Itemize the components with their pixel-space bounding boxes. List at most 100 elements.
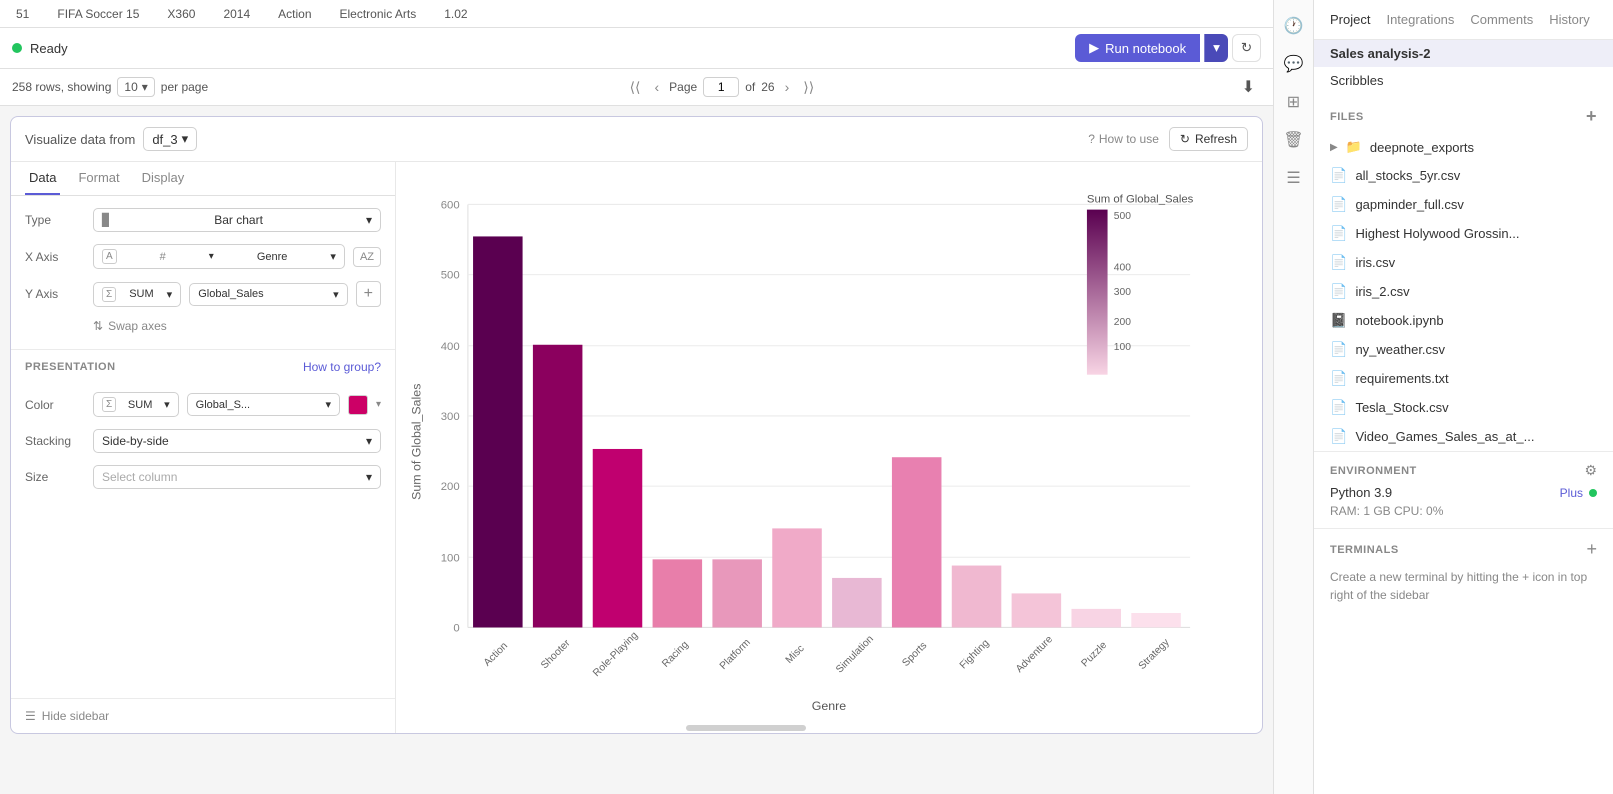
folder-icon: 📁 [1346,139,1362,155]
color-agg-select[interactable]: Σ SUM ▾ [93,392,179,417]
icon-sidebar: 🕐 💬 ⊞ 🗑 ☰ [1273,0,1313,794]
run-notebook-button[interactable]: ▶ Run notebook [1075,34,1200,62]
file-icon: 📄 [1330,167,1347,184]
tab-format[interactable]: Format [74,162,123,195]
refresh-icon-button[interactable]: ↻ [1232,34,1261,62]
first-page-button[interactable]: ⟨⟨ [626,77,645,98]
bar-action[interactable] [473,236,523,627]
x-axis-select[interactable]: A # ▾ Genre ▾ [93,244,345,269]
viz-header-right: ? How to use ↻ Refresh [1088,127,1248,151]
color-swatch[interactable] [348,395,368,415]
bar-sports[interactable] [892,457,942,627]
file-tesla-stock[interactable]: 📄 Tesla_Stock.csv [1314,393,1613,422]
gear-icon[interactable]: ⚙ [1584,462,1597,479]
env-python-row: Python 3.9 Plus [1330,485,1597,500]
hide-sidebar-button[interactable]: ☰ Hide sidebar [11,698,395,733]
clock-icon-button[interactable]: 🕐 [1280,10,1308,42]
viz-block: Visualize data from df_3 ▾ ? How to use … [10,116,1263,734]
play-icon: ▶ [1089,40,1099,56]
y-axis-agg-select[interactable]: Σ SUM ▾ [93,282,181,307]
bar-platform[interactable] [712,559,762,627]
tab-display[interactable]: Display [138,162,189,195]
svg-text:400: 400 [1114,262,1131,273]
svg-text:Adventure: Adventure [1014,634,1055,675]
run-notebook-dropdown-button[interactable]: ▾ [1204,34,1228,62]
size-select[interactable]: Select column ▾ [93,465,381,489]
right-tab-project[interactable]: Project [1330,12,1370,27]
scribbles-item[interactable]: Scribbles [1314,67,1613,94]
file-all-stocks[interactable]: 📄 all_stocks_5yr.csv [1314,161,1613,190]
svg-text:Misc: Misc [784,643,807,666]
download-button[interactable]: ⬇ [1236,75,1261,99]
rows-info: 258 rows, showing 10 ▾ per page [12,77,208,97]
stacking-select[interactable]: Side-by-side ▾ [93,429,381,453]
file-icon: 📄 [1330,341,1347,358]
bar-chart-icon: ▊ [102,213,111,227]
row-col-genre: Action [274,5,315,23]
swap-axes-button[interactable]: ⇅ Swap axes [25,319,381,333]
viz-header-left: Visualize data from df_3 ▾ [25,127,197,151]
chart-area: Sum of Global_Sales 0 [396,162,1262,733]
table-row-partial: 51 FIFA Soccer 15 X360 2014 Action Elect… [0,0,1273,28]
prev-page-button[interactable]: ‹ [651,77,664,97]
file-notebook[interactable]: 📓 notebook.ipynb [1314,306,1613,335]
trash-icon-button[interactable]: 🗑 [1279,124,1307,156]
right-tab-integrations[interactable]: Integrations [1386,12,1454,27]
add-terminal-button[interactable]: + [1586,539,1597,560]
table-icon-button[interactable]: ⊞ [1283,86,1304,118]
file-iris2[interactable]: 📄 iris_2.csv [1314,277,1613,306]
bar-misc[interactable] [772,528,822,627]
right-tab-history[interactable]: History [1549,12,1589,27]
bar-adventure[interactable] [1012,593,1062,627]
bar-chart-svg: Sum of Global_Sales 0 [406,172,1252,711]
svg-text:Platform: Platform [718,637,753,672]
folder-deepnote-exports[interactable]: ▶ 📁 deepnote_exports [1314,133,1613,161]
chat-icon-button[interactable]: 💬 [1280,48,1308,80]
file-icon: 📄 [1330,254,1347,271]
how-to-group-link[interactable]: How to group? [303,360,381,374]
refresh-button[interactable]: ↻ Refresh [1169,127,1248,151]
hash-icon: # [160,251,166,263]
stacking-row: Stacking Side-by-side ▾ [25,429,381,453]
status-dot [12,43,22,53]
page-input[interactable] [703,77,739,97]
row-col-sales: 1.02 [440,5,471,23]
file-video-games[interactable]: 📄 Video_Games_Sales_as_at_... [1314,422,1613,451]
add-file-button[interactable]: + [1586,106,1597,127]
terminals-hint: Create a new terminal by hitting the + i… [1330,568,1597,604]
file-requirements[interactable]: 📄 requirements.txt [1314,364,1613,393]
menu-icon-button[interactable]: ☰ [1282,162,1304,194]
active-notebook-item[interactable]: Sales analysis-2 [1314,40,1613,67]
svg-text:300: 300 [441,411,460,423]
bar-puzzle[interactable] [1071,609,1121,628]
bar-racing[interactable] [653,559,703,627]
scrollbar[interactable] [686,725,806,731]
az-sort-button[interactable]: AZ [353,247,381,267]
file-iris[interactable]: 📄 iris.csv [1314,248,1613,277]
bar-roleplaying[interactable] [593,449,643,627]
how-to-use-link[interactable]: ? How to use [1088,132,1159,146]
file-gapminder[interactable]: 📄 gapminder_full.csv [1314,190,1613,219]
chevron-right-icon: ▶ [1330,142,1338,153]
chart-type-select[interactable]: ▊ Bar chart ▾ [93,208,381,232]
color-col-select[interactable]: Global_S... ▾ [187,393,340,416]
file-ny-weather[interactable]: 📄 ny_weather.csv [1314,335,1613,364]
file-icon: 📄 [1330,370,1347,387]
tab-data[interactable]: Data [25,162,60,195]
bar-strategy[interactable] [1131,613,1181,627]
y-axis-col-select[interactable]: Global_Sales ▾ [189,283,347,306]
add-y-axis-button[interactable]: + [356,281,381,307]
status-bar: Ready ▶ Run notebook ▾ ↻ [0,28,1273,69]
legend-gradient [1087,210,1108,375]
last-page-button[interactable]: ⟩⟩ [799,77,818,98]
status-left: Ready [12,41,68,56]
df-source-select[interactable]: df_3 ▾ [143,127,197,151]
terminals-header: TERMINALS + [1330,539,1597,560]
bar-shooter[interactable] [533,345,583,628]
next-page-button[interactable]: › [781,77,794,97]
file-highest-holywood[interactable]: 📄 Highest Holywood Grossin... [1314,219,1613,248]
bar-fighting[interactable] [952,566,1002,628]
right-tab-comments[interactable]: Comments [1470,12,1533,27]
bar-simulation[interactable] [832,578,882,628]
per-page-select[interactable]: 10 ▾ [117,77,154,97]
